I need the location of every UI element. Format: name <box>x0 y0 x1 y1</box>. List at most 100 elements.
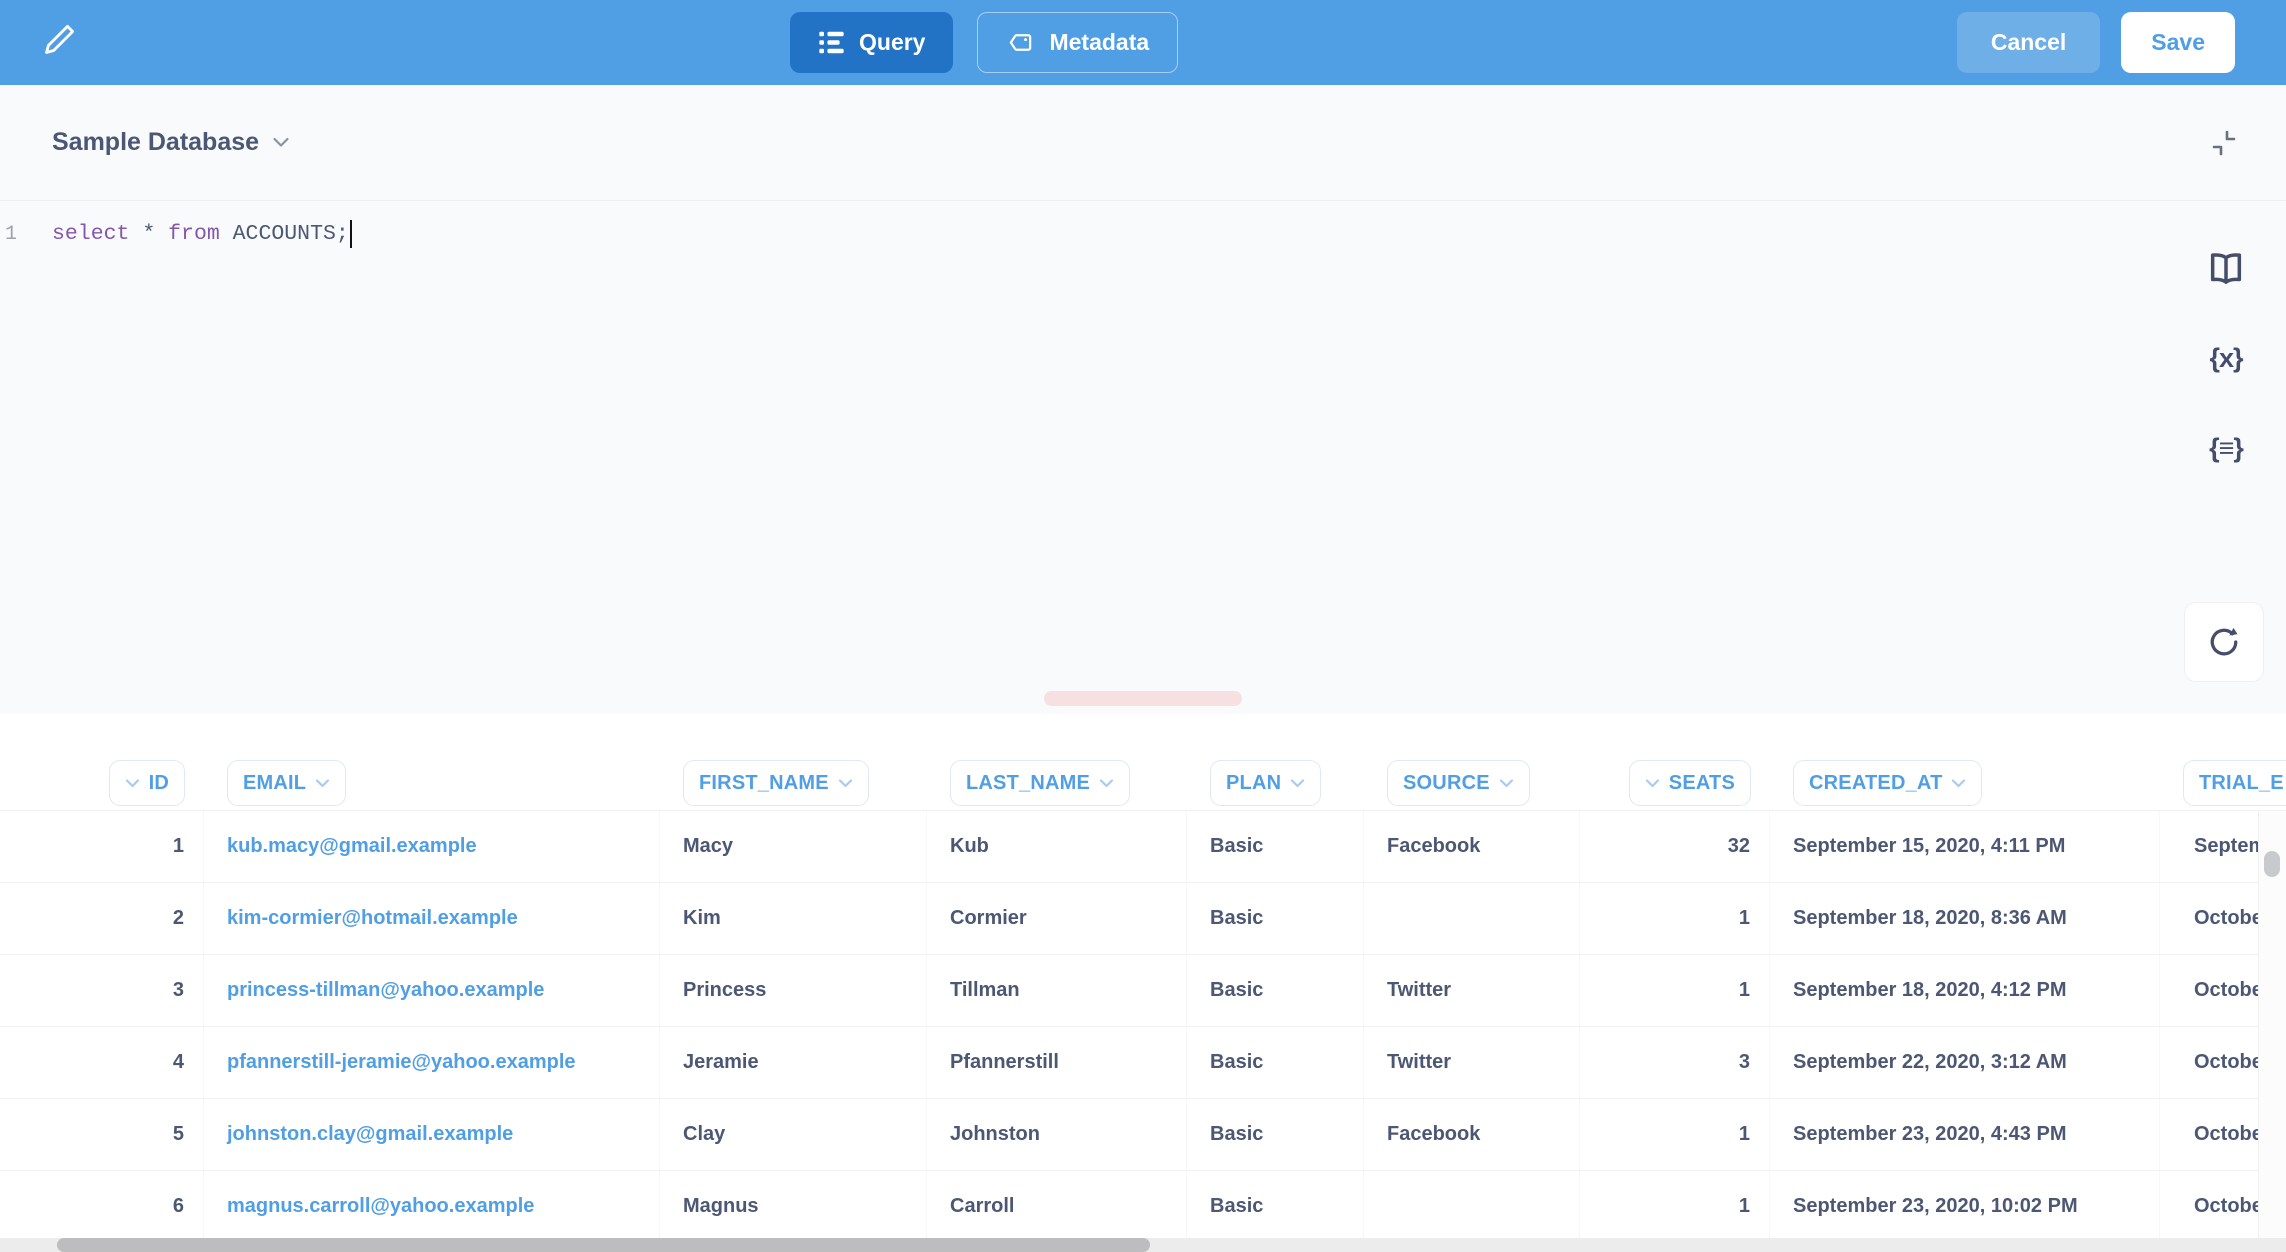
header-cell-email: EMAIL <box>204 760 660 806</box>
cell-id[interactable]: 1 <box>0 811 204 882</box>
cell-seats[interactable]: 1 <box>1580 1099 1770 1170</box>
cell-seats[interactable]: 32 <box>1580 811 1770 882</box>
column-header-email[interactable]: EMAIL <box>227 760 346 806</box>
cell-email[interactable]: kim-cormier@hotmail.example <box>204 883 660 954</box>
table-rows: 1kub.macy@gmail.exampleMacyKubBasicFaceb… <box>0 811 2258 1238</box>
header-cell-plan: PLAN <box>1187 760 1364 806</box>
tab-query-label: Query <box>859 29 925 56</box>
cell-first_name[interactable]: Jeramie <box>660 1027 927 1098</box>
query-results-table: ID EMAIL FIRST_NAME LAST_NAME PLAN SOURCE SEAT… <box>0 714 2286 1252</box>
cell-id[interactable]: 4 <box>0 1027 204 1098</box>
database-picker-label: Sample Database <box>52 128 259 157</box>
header-cell-seats: SEATS <box>1580 760 1770 806</box>
cell-plan[interactable]: Basic <box>1187 811 1364 882</box>
cell-seats[interactable]: 1 <box>1580 955 1770 1026</box>
cell-created_at[interactable]: September 23, 2020, 4:43 PM <box>1770 1099 2160 1170</box>
variables-icon[interactable]: {x} <box>2201 333 2251 383</box>
column-label: CREATED_AT <box>1809 772 1942 795</box>
cell-created_at[interactable]: September 23, 2020, 10:02 PM <box>1770 1171 2160 1238</box>
cell-email[interactable]: kub.macy@gmail.example <box>204 811 660 882</box>
cell-first_name[interactable]: Magnus <box>660 1171 927 1238</box>
table-row: 4pfannerstill-jeramie@yahoo.exampleJeram… <box>0 1027 2258 1099</box>
horizontal-scrollbar-thumb[interactable] <box>57 1238 1150 1252</box>
cell-email[interactable]: magnus.carroll@yahoo.example <box>204 1171 660 1238</box>
database-picker[interactable]: Sample Database <box>52 85 290 200</box>
cell-plan[interactable]: Basic <box>1187 1171 1364 1238</box>
sql-line[interactable]: select * from ACCOUNTS; <box>52 220 352 248</box>
cell-id[interactable]: 3 <box>0 955 204 1026</box>
line-number: 1 <box>5 223 17 246</box>
chevron-down-icon <box>1290 779 1305 788</box>
cell-id[interactable]: 6 <box>0 1171 204 1238</box>
cell-source[interactable]: Twitter <box>1364 1027 1580 1098</box>
cell-source[interactable] <box>1364 1171 1580 1238</box>
column-header-trial[interactable]: TRIAL_E <box>2183 760 2286 806</box>
column-header-seats[interactable]: SEATS <box>1629 760 1751 806</box>
cell-last_name[interactable]: Tillman <box>927 955 1187 1026</box>
column-header-created_at[interactable]: CREATED_AT <box>1793 760 1982 806</box>
reference-book-icon[interactable] <box>2201 244 2251 294</box>
cell-last_name[interactable]: Carroll <box>927 1171 1187 1238</box>
cell-created_at[interactable]: September 22, 2020, 3:12 AM <box>1770 1027 2160 1098</box>
vertical-scrollbar-thumb[interactable] <box>2264 851 2280 877</box>
column-header-last_name[interactable]: LAST_NAME <box>950 760 1130 806</box>
cell-id[interactable]: 2 <box>0 883 204 954</box>
cell-plan[interactable]: Basic <box>1187 955 1364 1026</box>
cell-last_name[interactable]: Cormier <box>927 883 1187 954</box>
cell-source[interactable]: Twitter <box>1364 955 1580 1026</box>
column-header-id[interactable]: ID <box>109 760 185 806</box>
table-row: 2kim-cormier@hotmail.exampleKimCormierBa… <box>0 883 2258 955</box>
cell-seats[interactable]: 1 <box>1580 883 1770 954</box>
cell-first_name[interactable]: Macy <box>660 811 927 882</box>
cell-last_name[interactable]: Johnston <box>927 1099 1187 1170</box>
cell-source[interactable]: Facebook <box>1364 811 1580 882</box>
table-header-grid: ID EMAIL FIRST_NAME LAST_NAME PLAN SOURCE SEAT… <box>0 760 2286 806</box>
header-cell-last_name: LAST_NAME <box>927 760 1187 806</box>
cell-trial[interactable]: Septemb <box>2160 811 2258 882</box>
cell-email[interactable]: pfannerstill-jeramie@yahoo.example <box>204 1027 660 1098</box>
column-label: EMAIL <box>243 772 306 795</box>
collapse-editor-icon[interactable] <box>2206 125 2242 161</box>
cell-seats[interactable]: 1 <box>1580 1171 1770 1238</box>
cell-created_at[interactable]: September 18, 2020, 8:36 AM <box>1770 883 2160 954</box>
tab-query[interactable]: Query <box>790 12 953 73</box>
cell-seats[interactable]: 3 <box>1580 1027 1770 1098</box>
column-header-source[interactable]: SOURCE <box>1387 760 1530 806</box>
cell-last_name[interactable]: Kub <box>927 811 1187 882</box>
table-row: 5johnston.clay@gmail.exampleClayJohnston… <box>0 1099 2258 1171</box>
sql-editor[interactable]: 1 select * from ACCOUNTS; {x} {≡} <box>0 201 2286 714</box>
cell-trial[interactable]: October <box>2160 955 2258 1026</box>
refresh-run-button[interactable] <box>2184 602 2264 682</box>
column-header-first_name[interactable]: FIRST_NAME <box>683 760 869 806</box>
cell-plan[interactable]: Basic <box>1187 883 1364 954</box>
list-icon <box>818 29 845 56</box>
cell-plan[interactable]: Basic <box>1187 1027 1364 1098</box>
cell-created_at[interactable]: September 15, 2020, 4:11 PM <box>1770 811 2160 882</box>
sql-token: from <box>168 222 220 246</box>
tab-metadata[interactable]: Metadata <box>977 12 1178 73</box>
cell-trial[interactable]: October <box>2160 1171 2258 1238</box>
cell-first_name[interactable]: Kim <box>660 883 927 954</box>
horizontal-scrollbar-track[interactable] <box>0 1238 2286 1252</box>
snippets-icon[interactable]: {≡} <box>2201 423 2251 473</box>
cancel-button[interactable]: Cancel <box>1957 12 2100 73</box>
cell-trial[interactable]: October <box>2160 1099 2258 1170</box>
cell-source[interactable] <box>1364 883 1580 954</box>
cell-first_name[interactable]: Princess <box>660 955 927 1026</box>
cell-last_name[interactable]: Pfannerstill <box>927 1027 1187 1098</box>
cell-id[interactable]: 5 <box>0 1099 204 1170</box>
save-button[interactable]: Save <box>2121 12 2235 73</box>
pencil-icon[interactable] <box>42 22 82 62</box>
cell-source[interactable]: Facebook <box>1364 1099 1580 1170</box>
cell-trial[interactable]: October <box>2160 1027 2258 1098</box>
cell-created_at[interactable]: September 18, 2020, 4:12 PM <box>1770 955 2160 1026</box>
vertical-scrollbar-track[interactable] <box>2258 811 2286 1238</box>
cell-plan[interactable]: Basic <box>1187 1099 1364 1170</box>
cell-trial[interactable]: October <box>2160 883 2258 954</box>
resize-drag-handle[interactable] <box>1044 691 1242 706</box>
cell-email[interactable]: princess-tillman@yahoo.example <box>204 955 660 1026</box>
cell-email[interactable]: johnston.clay@gmail.example <box>204 1099 660 1170</box>
column-header-plan[interactable]: PLAN <box>1210 760 1321 806</box>
column-label: SOURCE <box>1403 772 1490 795</box>
cell-first_name[interactable]: Clay <box>660 1099 927 1170</box>
